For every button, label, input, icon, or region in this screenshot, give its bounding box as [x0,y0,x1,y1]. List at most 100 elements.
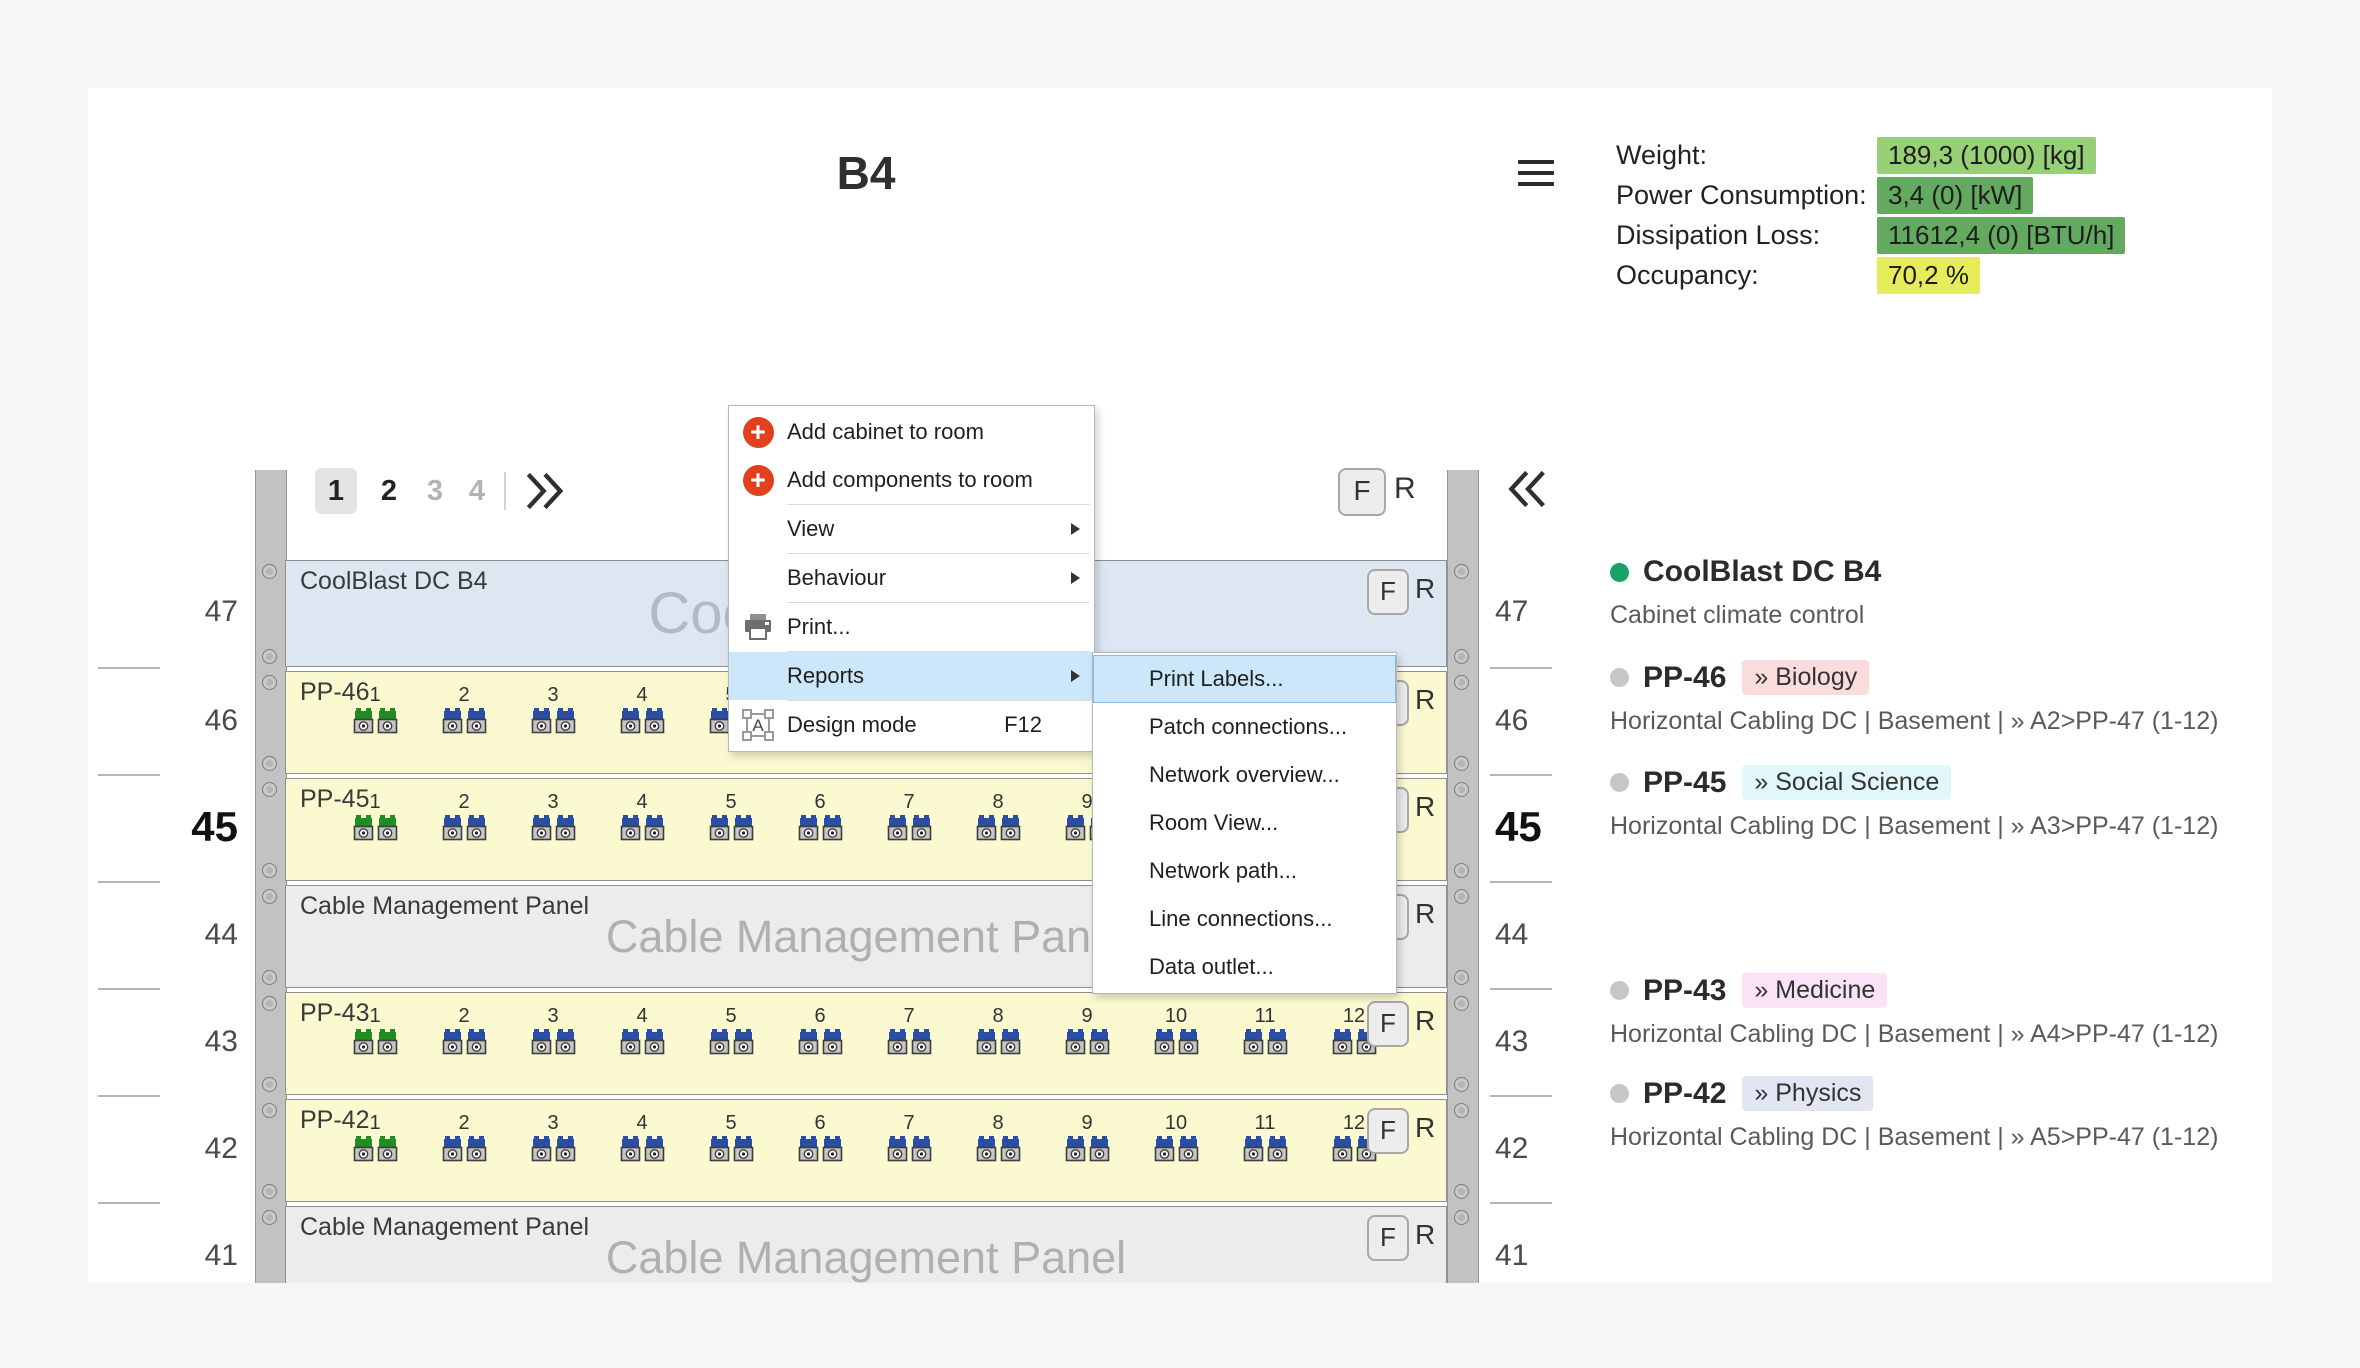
rail-screw-icon [1454,1210,1469,1225]
hamburger-menu-icon[interactable] [1518,160,1554,186]
page-button-3[interactable]: 3 [414,468,456,514]
rack-row-cable-management-panel[interactable]: Cable Management PanelCable Management P… [285,1206,1447,1283]
connector-port-icon [620,1136,641,1162]
detail-entry-pp-43[interactable]: PP-43» MedicineHorizontal Cabling DC | B… [1610,973,2218,1049]
port-number: 2 [431,791,497,815]
port-group-7[interactable]: 7 [876,1005,942,1055]
connector-port-icon [733,1136,754,1162]
stat-label: Power Consumption: [1616,180,1867,210]
row-front-button[interactable]: F [1367,1108,1409,1154]
port-group-6[interactable]: 6 [787,791,853,841]
row-rear-button[interactable]: R [1415,898,1435,930]
menu-item-print-[interactable]: Print... [729,603,1094,651]
port-group-11[interactable]: 11 [1232,1005,1298,1055]
port-group-5[interactable]: 5 [698,1112,764,1162]
unit-separator-line [98,1095,160,1097]
port-connector-pair [965,815,1031,841]
detail-entry-coolblast-dc-b4[interactable]: CoolBlast DC B4Cabinet climate control [1610,555,1881,630]
port-group-2[interactable]: 2 [431,1005,497,1055]
menu-item-behaviour[interactable]: Behaviour [729,554,1094,602]
submenu-item-room-view-[interactable]: Room View... [1093,799,1396,847]
detail-entry-pp-42[interactable]: PP-42» PhysicsHorizontal Cabling DC | Ba… [1610,1076,2218,1152]
chevron-double-right-icon[interactable] [522,470,568,517]
row-rear-button[interactable]: R [1415,684,1435,716]
port-group-3[interactable]: 3 [520,1005,586,1055]
port-group-10[interactable]: 10 [1143,1112,1209,1162]
rack-row-pp-42[interactable]: PP-42123456789101112FR [285,1099,1447,1202]
page-button-2[interactable]: 2 [368,468,410,514]
port-group-6[interactable]: 6 [787,1112,853,1162]
menu-item-add-cabinet-to-room[interactable]: +Add cabinet to room [729,408,1094,456]
port-number: 9 [1054,1005,1120,1029]
row-rear-button[interactable]: R [1415,791,1435,823]
submenu-item-data-outlet-[interactable]: Data outlet... [1093,943,1396,991]
port-group-3[interactable]: 3 [520,684,586,734]
row-rear-button[interactable]: R [1415,1005,1435,1037]
rear-view-button[interactable]: R [1394,472,1416,506]
rail-screw-icon [1454,1103,1469,1118]
detail-name: PP-42 [1643,1077,1726,1111]
row-rear-button[interactable]: R [1415,1112,1435,1144]
connector-port-icon [1243,1029,1264,1055]
port-group-1[interactable]: 1 [342,684,408,734]
connector-port-icon [1065,815,1086,841]
row-rear-button[interactable]: R [1415,1219,1435,1251]
port-group-1[interactable]: 1 [342,791,408,841]
stat-value-badge: 189,3 (1000) [kg] [1877,137,2096,174]
port-group-10[interactable]: 10 [1143,1005,1209,1055]
front-view-button[interactable]: F [1338,468,1386,516]
submenu-item-network-overview-[interactable]: Network overview... [1093,751,1396,799]
menu-item-design-mode[interactable]: ADesign modeF12 [729,701,1094,749]
port-group-9[interactable]: 9 [1054,1005,1120,1055]
port-group-4[interactable]: 4 [609,1005,675,1055]
menu-item-reports[interactable]: Reports [729,652,1094,700]
submenu-item-print-labels-[interactable]: Print Labels... [1093,655,1396,703]
port-group-11[interactable]: 11 [1232,1112,1298,1162]
port-group-3[interactable]: 3 [520,1112,586,1162]
row-front-button[interactable]: F [1367,569,1409,615]
rack-row-pp-43[interactable]: PP-43123456789101112FR [285,992,1447,1095]
port-group-9[interactable]: 9 [1054,1112,1120,1162]
port-group-7[interactable]: 7 [876,1112,942,1162]
status-dot-icon [1610,563,1629,582]
port-group-2[interactable]: 2 [431,791,497,841]
port-group-3[interactable]: 3 [520,791,586,841]
detail-entry-pp-45[interactable]: PP-45» Social ScienceHorizontal Cabling … [1610,765,2218,841]
port-group-8[interactable]: 8 [965,791,1031,841]
printer-icon [729,613,787,641]
rail-screw-icon [1454,756,1469,771]
menu-item-add-components-to-room[interactable]: +Add components to room [729,456,1094,504]
port-group-8[interactable]: 8 [965,1112,1031,1162]
port-group-1[interactable]: 1 [342,1112,408,1162]
port-number: 8 [965,1112,1031,1136]
connector-port-icon [1154,1029,1175,1055]
connector-port-icon [1332,1029,1353,1055]
port-group-7[interactable]: 7 [876,791,942,841]
port-group-5[interactable]: 5 [698,1005,764,1055]
chevron-double-left-icon[interactable] [1505,468,1551,510]
port-group-1[interactable]: 1 [342,1005,408,1055]
port-group-4[interactable]: 4 [609,791,675,841]
port-group-4[interactable]: 4 [609,684,675,734]
page-button-1[interactable]: 1 [315,468,357,514]
menu-item-view[interactable]: View [729,505,1094,553]
connector-port-icon [531,815,552,841]
port-group-6[interactable]: 6 [787,1005,853,1055]
unit-number-right-44: 44 [1495,918,1605,952]
port-number: 3 [520,1005,586,1029]
submenu-item-line-connections-[interactable]: Line connections... [1093,895,1396,943]
port-group-2[interactable]: 2 [431,1112,497,1162]
detail-entry-pp-46[interactable]: PP-46» BiologyHorizontal Cabling DC | Ba… [1610,660,2218,736]
port-group-2[interactable]: 2 [431,684,497,734]
port-group-4[interactable]: 4 [609,1112,675,1162]
row-rear-button[interactable]: R [1415,573,1435,605]
page-button-4[interactable]: 4 [456,468,498,514]
row-front-button[interactable]: F [1367,1215,1409,1261]
connector-port-icon [442,1029,463,1055]
submenu-item-patch-connections-[interactable]: Patch connections... [1093,703,1396,751]
port-group-8[interactable]: 8 [965,1005,1031,1055]
detail-title-row: CoolBlast DC B4 [1610,555,1881,589]
submenu-item-network-path-[interactable]: Network path... [1093,847,1396,895]
port-group-5[interactable]: 5 [698,791,764,841]
row-front-button[interactable]: F [1367,1001,1409,1047]
